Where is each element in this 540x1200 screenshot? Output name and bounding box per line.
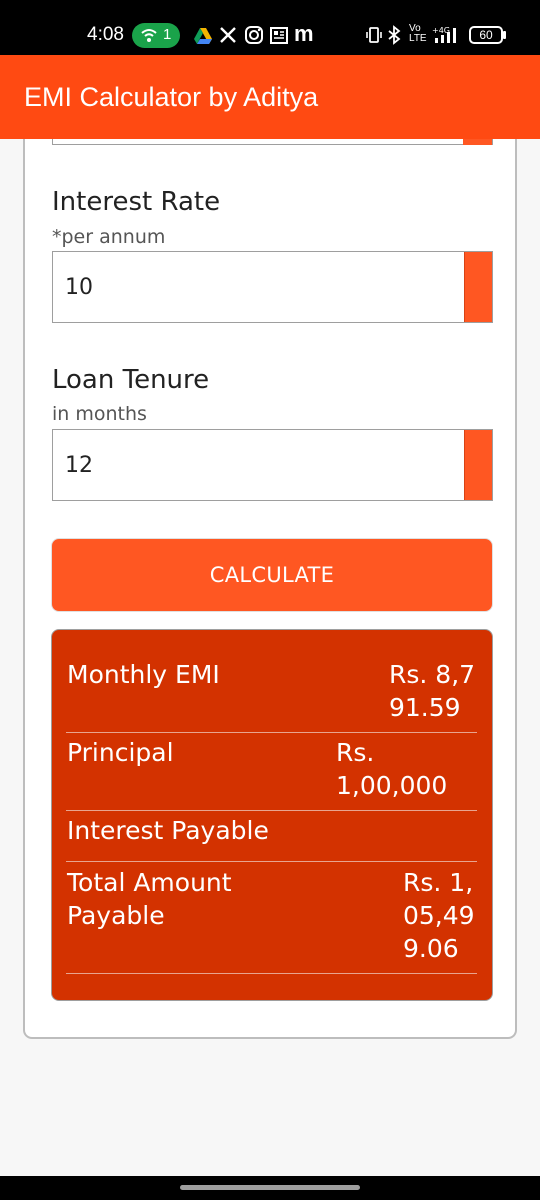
interest-rate-input[interactable] [65, 270, 455, 304]
loan-tenure-label: Loan Tenure [52, 365, 210, 395]
calculator-card: Interest Rate *per annum Loan Tenure in … [23, 139, 517, 1039]
interest-rate-label: Interest Rate [52, 187, 221, 217]
interest-payable-label: Interest Payable [67, 816, 269, 845]
navigation-bar [0, 1176, 540, 1200]
principal-label: Principal [67, 738, 174, 767]
calculate-button[interactable]: CALCULATE [51, 538, 493, 612]
loan-tenure-input[interactable] [65, 448, 455, 482]
m-icon: m [294, 21, 314, 46]
monthly-emi-value: Rs. 8,791.59 [389, 660, 476, 722]
battery-icon: 60 [469, 26, 503, 44]
wifi-count: 1 [163, 26, 172, 43]
battery-tip [503, 31, 506, 39]
signal-icon: +4G [432, 26, 456, 43]
wifi-icon [141, 29, 157, 42]
x-icon [220, 27, 236, 43]
home-gesture-handle[interactable] [180, 1185, 360, 1190]
bluetooth-icon [388, 25, 401, 45]
divider [66, 973, 477, 974]
volte-icon: Vo LTE [409, 23, 427, 44]
result-panel: Monthly EMI Rs. 8,791.59 Principal Rs. 1… [51, 629, 493, 1001]
news-icon [270, 27, 288, 44]
loan-tenure-field-accent [464, 430, 492, 500]
instagram-icon [245, 26, 263, 44]
app-title: EMI Calculator by Aditya [24, 82, 319, 112]
interest-rate-field-accent [464, 252, 492, 322]
status-time: 4:08 [87, 24, 124, 45]
divider [66, 732, 477, 733]
wifi-indicator: 1 [132, 23, 180, 48]
total-amount-label: Total Amount Payable [67, 868, 232, 930]
total-amount-value: Rs. 1,05,499.06 [403, 868, 475, 963]
loan-amount-field-edge[interactable] [52, 139, 493, 145]
loan-amount-field-accent [463, 139, 492, 145]
status-bar: 4:08 1 m Vo LTE +4G 60 [0, 0, 540, 55]
interest-rate-sublabel: *per annum [52, 226, 166, 248]
loan-tenure-sublabel: in months [52, 403, 147, 425]
app-bar: EMI Calculator by Aditya [0, 55, 540, 139]
interest-rate-field[interactable] [52, 251, 493, 323]
drive-icon [194, 28, 212, 44]
principal-value: Rs. 1,00,000 [336, 738, 448, 800]
loan-tenure-field[interactable] [52, 429, 493, 501]
divider [66, 861, 477, 862]
vibrate-icon [366, 27, 382, 43]
monthly-emi-label: Monthly EMI [67, 660, 220, 689]
divider [66, 810, 477, 811]
